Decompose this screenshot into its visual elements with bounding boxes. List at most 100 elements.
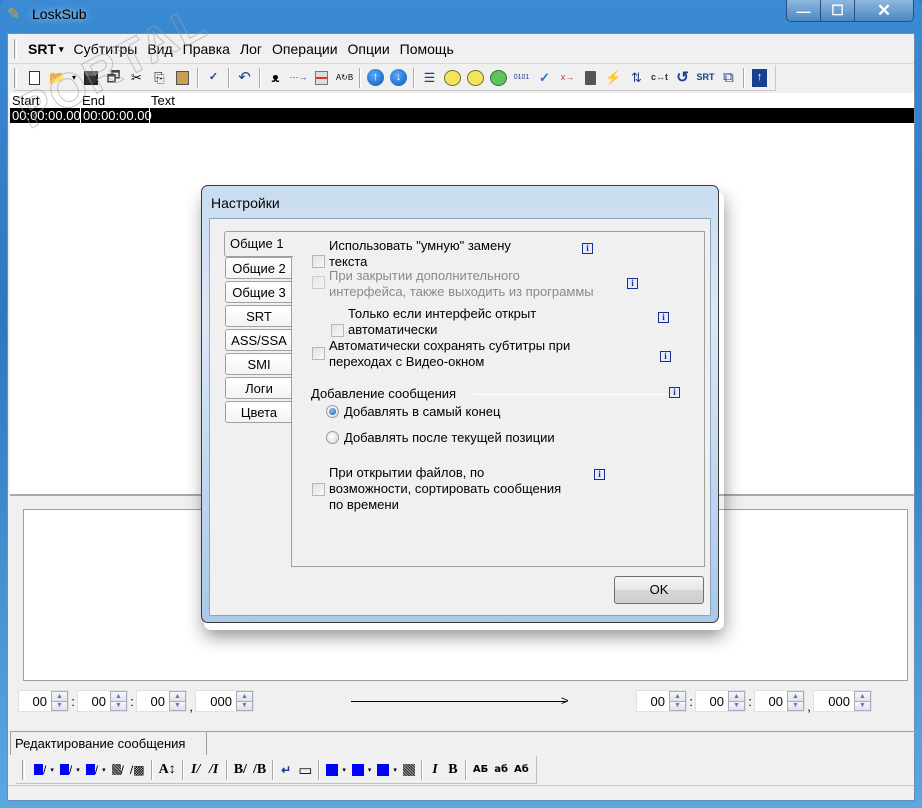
menu-options[interactable]: Опции <box>343 34 395 64</box>
color-1-button[interactable]: ▾ <box>323 759 349 781</box>
column-header-start[interactable]: Start <box>12 93 39 108</box>
line-break-button[interactable]: ↵ <box>277 759 295 781</box>
spin-up-icon[interactable]: ▲ <box>670 692 685 701</box>
spin-up-icon[interactable]: ▲ <box>170 692 185 701</box>
add-to-end-radio[interactable] <box>326 405 339 418</box>
spin-down-icon[interactable]: ▼ <box>729 700 744 710</box>
start-hours-spinner[interactable]: 00 ▲ ▼ <box>18 690 69 712</box>
menu-operations[interactable]: Операции <box>267 34 343 64</box>
bold-off-button[interactable]: /B <box>250 759 269 781</box>
outline-color-button[interactable]: / ▾ <box>57 759 83 781</box>
sort-on-open-checkbox[interactable] <box>312 483 325 496</box>
numbered-list-button[interactable]: ☰ <box>418 67 441 89</box>
shadow-color-button[interactable]: / ▾ <box>83 759 109 781</box>
end-ms-value[interactable]: 000 <box>814 694 854 709</box>
binary-export-button[interactable]: 0101 <box>510 67 533 89</box>
tab-colors[interactable]: Цвета <box>225 401 292 423</box>
convert-codepage-button[interactable]: c↔t <box>648 67 671 89</box>
tab-srt[interactable]: SRT <box>225 305 292 327</box>
bold-button[interactable]: B <box>444 759 462 781</box>
ok-button[interactable]: OK <box>614 576 704 604</box>
smart-replace-checkbox[interactable] <box>312 255 325 268</box>
menu-edit[interactable]: Правка <box>178 34 235 64</box>
add-to-end-label[interactable]: Добавлять в самый конец <box>344 404 500 420</box>
preview-button[interactable]: ▭ <box>295 759 315 781</box>
tab-logs[interactable]: Логи <box>225 377 292 399</box>
menu-subtitles[interactable]: Субтитры <box>69 34 143 64</box>
tab-ass-ssa[interactable]: ASS/SSA <box>225 329 292 351</box>
chevron-down-icon[interactable]: ▾ <box>50 766 54 774</box>
exit-on-close-checkbox[interactable] <box>312 276 325 289</box>
start-minutes-spinner[interactable]: 00 ▲ ▼ <box>77 690 128 712</box>
paste-button[interactable] <box>171 67 194 89</box>
toolbar-grip[interactable] <box>14 67 17 88</box>
spin-up-icon[interactable]: ▲ <box>111 692 126 701</box>
cut-button[interactable]: ✂ <box>125 67 148 89</box>
copy-button[interactable]: ⎘ <box>148 67 171 89</box>
end-seconds-value[interactable]: 00 <box>755 694 787 709</box>
tab-general-1[interactable]: Общие 1 <box>224 231 293 257</box>
tab-smi[interactable]: SMI <box>225 353 292 375</box>
reload-button[interactable]: ↺ <box>671 67 694 89</box>
info-icon[interactable]: i <box>669 387 680 398</box>
find-button[interactable]: ᴥ <box>264 67 287 89</box>
add-after-current-radio[interactable] <box>326 431 339 444</box>
move-down-button[interactable]: ↓ <box>387 67 410 89</box>
start-hours-value[interactable]: 00 <box>19 694 51 709</box>
italic-off-button[interactable]: /I <box>205 759 223 781</box>
end-hours-spinner[interactable]: 00 ▲ ▼ <box>636 690 687 712</box>
spin-up-icon[interactable]: ▲ <box>788 692 803 701</box>
text-color-button[interactable]: / ▾ <box>31 759 57 781</box>
sync-button[interactable] <box>487 67 510 89</box>
close-button[interactable]: ✕ <box>855 0 913 21</box>
add-after-current-label[interactable]: Добавлять после текущей позиции <box>344 430 555 446</box>
chevron-down-icon[interactable]: ▾ <box>393 766 397 774</box>
remove-back-color-button[interactable]: /▩ <box>127 759 148 781</box>
save-all-button[interactable]: 🗗 <box>102 67 125 89</box>
move-up-button[interactable]: ↑ <box>364 67 387 89</box>
maximize-button[interactable]: ☐ <box>821 0 855 21</box>
chevron-down-icon[interactable]: ▾ <box>76 766 80 774</box>
toolbar-grip[interactable] <box>22 759 25 780</box>
spin-up-icon[interactable]: ▲ <box>52 692 67 701</box>
auto-fix-button[interactable]: ⚡ <box>602 67 625 89</box>
replace-button[interactable]: A↻B <box>333 67 356 89</box>
info-icon[interactable]: i <box>582 243 593 254</box>
start-seconds-spinner[interactable]: 00 ▲ ▼ <box>136 690 187 712</box>
uppercase-button[interactable]: АБ <box>470 759 491 781</box>
check-timing-button[interactable]: ✓ <box>533 67 556 89</box>
insert-line-button[interactable] <box>310 67 333 89</box>
lowercase-button[interactable]: аб <box>491 759 511 781</box>
tab-general-3[interactable]: Общие 3 <box>225 281 292 303</box>
open-file-button[interactable]: 📂 <box>46 67 69 89</box>
autosave-video-checkbox[interactable] <box>312 347 325 360</box>
start-ms-spinner[interactable]: 000 ▲ ▼ <box>195 690 254 712</box>
menu-grip[interactable] <box>14 38 17 59</box>
renumber-button[interactable]: ⇅ <box>625 67 648 89</box>
end-seconds-spinner[interactable]: 00 ▲ ▼ <box>754 690 805 712</box>
tab-message-editing[interactable]: Редактирование сообщения <box>10 731 207 755</box>
column-header-end[interactable]: End <box>82 93 105 108</box>
convert-srt-button[interactable]: SRT <box>694 67 717 89</box>
menu-help[interactable]: Помощь <box>395 34 459 64</box>
find-replace-button[interactable]: x→ <box>556 67 579 89</box>
color-4-button[interactable] <box>400 759 418 781</box>
minimize-button[interactable]: — <box>787 0 821 21</box>
only-if-auto-checkbox[interactable] <box>331 324 344 337</box>
italic-on-button[interactable]: I/ <box>187 759 205 781</box>
open-recent-dropdown[interactable]: ▾ <box>69 67 79 89</box>
delete-button[interactable] <box>579 67 602 89</box>
bold-on-button[interactable]: B/ <box>231 759 250 781</box>
start-seconds-value[interactable]: 00 <box>137 694 169 709</box>
spin-up-icon[interactable]: ▲ <box>855 692 870 701</box>
time-stretch-button[interactable] <box>464 67 487 89</box>
window-switch-button[interactable]: ⧉ <box>717 67 740 89</box>
start-ms-value[interactable]: 000 <box>196 694 236 709</box>
spin-down-icon[interactable]: ▼ <box>237 700 252 710</box>
spin-down-icon[interactable]: ▼ <box>788 700 803 710</box>
menu-srt[interactable]: SRT ▾ <box>23 34 69 64</box>
spin-up-icon[interactable]: ▲ <box>237 692 252 701</box>
back-color-button[interactable]: / <box>109 759 127 781</box>
info-icon[interactable]: i <box>658 312 669 323</box>
spin-down-icon[interactable]: ▼ <box>111 700 126 710</box>
